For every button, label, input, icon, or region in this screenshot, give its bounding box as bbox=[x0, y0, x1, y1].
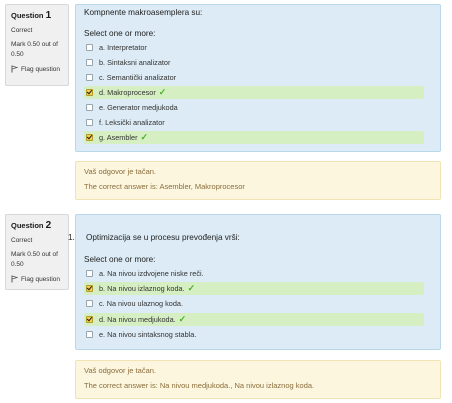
question-number: Question 2 bbox=[11, 220, 52, 231]
answer-option[interactable]: g. Asembler ✓ bbox=[84, 131, 424, 144]
question-text: Optimizacija se u procesu prevođenja vrš… bbox=[86, 233, 240, 242]
question-feedback: Vaš odgovor je tačan. The correct answer… bbox=[75, 161, 441, 200]
answer-label: e. Na nivou sintaksnog stabla. bbox=[99, 330, 197, 339]
answer-checkbox[interactable] bbox=[86, 285, 93, 292]
answer-label: c. Semantički analizator bbox=[99, 73, 177, 82]
answer-option[interactable]: a. Na nivou izdvojene niske reči. bbox=[84, 267, 424, 280]
answer-checkbox[interactable] bbox=[86, 119, 93, 126]
answer-checkbox[interactable] bbox=[86, 89, 93, 96]
select-prompt: Select one or more: bbox=[84, 29, 156, 38]
answer-option[interactable]: a. Interpretator bbox=[84, 41, 424, 54]
answer-option[interactable]: d. Na nivou medjukoda. ✓ bbox=[84, 313, 424, 326]
answer-label: e. Generator medjukoda bbox=[99, 103, 178, 112]
answer-label: a. Na nivou izdvojene niske reči. bbox=[99, 269, 204, 278]
answer-label: d. Makroprocesor bbox=[99, 88, 156, 97]
flag-icon bbox=[11, 275, 18, 283]
question-grade: Mark 0.50 out of 0.50 bbox=[11, 251, 58, 268]
question-info: Question 2 Correct Mark 0.50 out of 0.50… bbox=[5, 214, 69, 290]
answer-option[interactable]: d. Makroprocesor ✓ bbox=[84, 86, 424, 99]
answer-checkbox[interactable] bbox=[86, 59, 93, 66]
correct-check-icon: ✓ bbox=[158, 87, 167, 97]
correct-answer-text: The correct answer is: Na nivou medjukod… bbox=[84, 381, 315, 390]
question-list-number: 1. bbox=[68, 233, 75, 242]
answer-label: b. Sintaksni analizator bbox=[99, 58, 171, 67]
flag-question-link[interactable]: Flag question bbox=[11, 65, 64, 73]
question-state: Correct bbox=[11, 27, 33, 34]
answer-option[interactable]: c. Na nivou ulaznog koda. bbox=[84, 297, 424, 310]
answer-label: b. Na nivou izlaznog koda. bbox=[99, 284, 185, 293]
answer-checkbox[interactable] bbox=[86, 270, 93, 277]
question-formulation: Kompnente makroasemplera su: Select one … bbox=[75, 4, 441, 152]
flag-icon bbox=[11, 65, 18, 73]
answer-label: g. Asembler bbox=[99, 133, 138, 142]
answer-checkbox[interactable] bbox=[86, 300, 93, 307]
answer-label: f. Leksički analizator bbox=[99, 118, 165, 127]
answer-option[interactable]: b. Sintaksni analizator bbox=[84, 56, 424, 69]
correct-check-icon: ✓ bbox=[140, 132, 149, 142]
question-state: Correct bbox=[11, 237, 33, 244]
feedback-text: Vaš odgovor je tačan. bbox=[84, 366, 156, 375]
question-info: Question 1 Correct Mark 0.50 out of 0.50… bbox=[5, 4, 69, 86]
answer-option[interactable]: e. Na nivou sintaksnog stabla. bbox=[84, 328, 424, 341]
answer-option[interactable]: b. Na nivou izlaznog koda. ✓ bbox=[84, 282, 424, 295]
correct-answer-text: The correct answer is: Asembler, Makropr… bbox=[84, 182, 245, 191]
answer-option[interactable]: c. Semantički analizator bbox=[84, 71, 424, 84]
answer-checkbox[interactable] bbox=[86, 44, 93, 51]
feedback-text: Vaš odgovor je tačan. bbox=[84, 167, 156, 176]
answer-checkbox[interactable] bbox=[86, 331, 93, 338]
answer-label: a. Interpretator bbox=[99, 43, 147, 52]
answer-label: d. Na nivou medjukoda. bbox=[99, 315, 176, 324]
question-text: Kompnente makroasemplera su: bbox=[84, 8, 203, 17]
answer-checkbox[interactable] bbox=[86, 74, 93, 81]
answer-option[interactable]: e. Generator medjukoda bbox=[84, 101, 424, 114]
answer-checkbox[interactable] bbox=[86, 316, 93, 323]
question-grade: Mark 0.50 out of 0.50 bbox=[11, 41, 58, 58]
answer-checkbox[interactable] bbox=[86, 104, 93, 111]
select-prompt: Select one or more: bbox=[84, 255, 156, 264]
answer-option[interactable]: f. Leksički analizator bbox=[84, 116, 424, 129]
question-formulation: 1. Optimizacija se u procesu prevođenja … bbox=[68, 214, 441, 350]
question-number: Question 1 bbox=[11, 10, 52, 21]
correct-check-icon: ✓ bbox=[178, 314, 187, 324]
answer-label: c. Na nivou ulaznog koda. bbox=[99, 299, 183, 308]
flag-question-link[interactable]: Flag question bbox=[11, 275, 64, 283]
question-feedback: Vaš odgovor je tačan. The correct answer… bbox=[75, 360, 441, 399]
correct-check-icon: ✓ bbox=[187, 283, 196, 293]
answer-checkbox[interactable] bbox=[86, 134, 93, 141]
